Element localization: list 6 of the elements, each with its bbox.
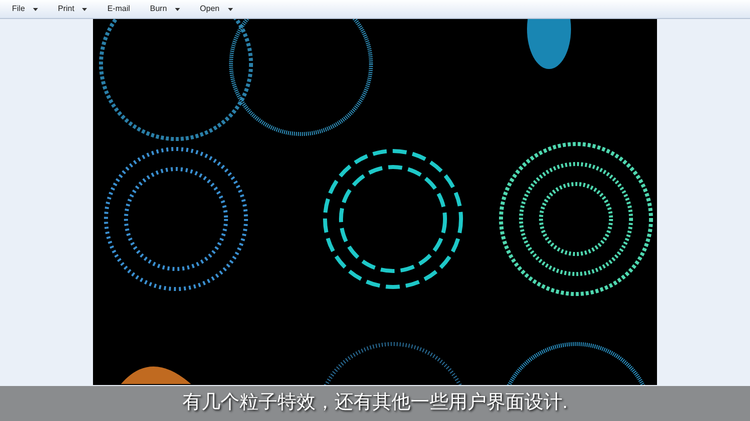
menu-button[interactable]: Print [54, 3, 92, 15]
menu-button[interactable]: Burn [146, 3, 184, 15]
menu-button[interactable]: Open [196, 3, 236, 15]
menu-button[interactable]: File [8, 3, 42, 15]
menu-button[interactable]: E-mail [103, 3, 134, 15]
subtitle-text: 有几个粒子特效，还有其他一些用户界面设计. [182, 391, 568, 416]
